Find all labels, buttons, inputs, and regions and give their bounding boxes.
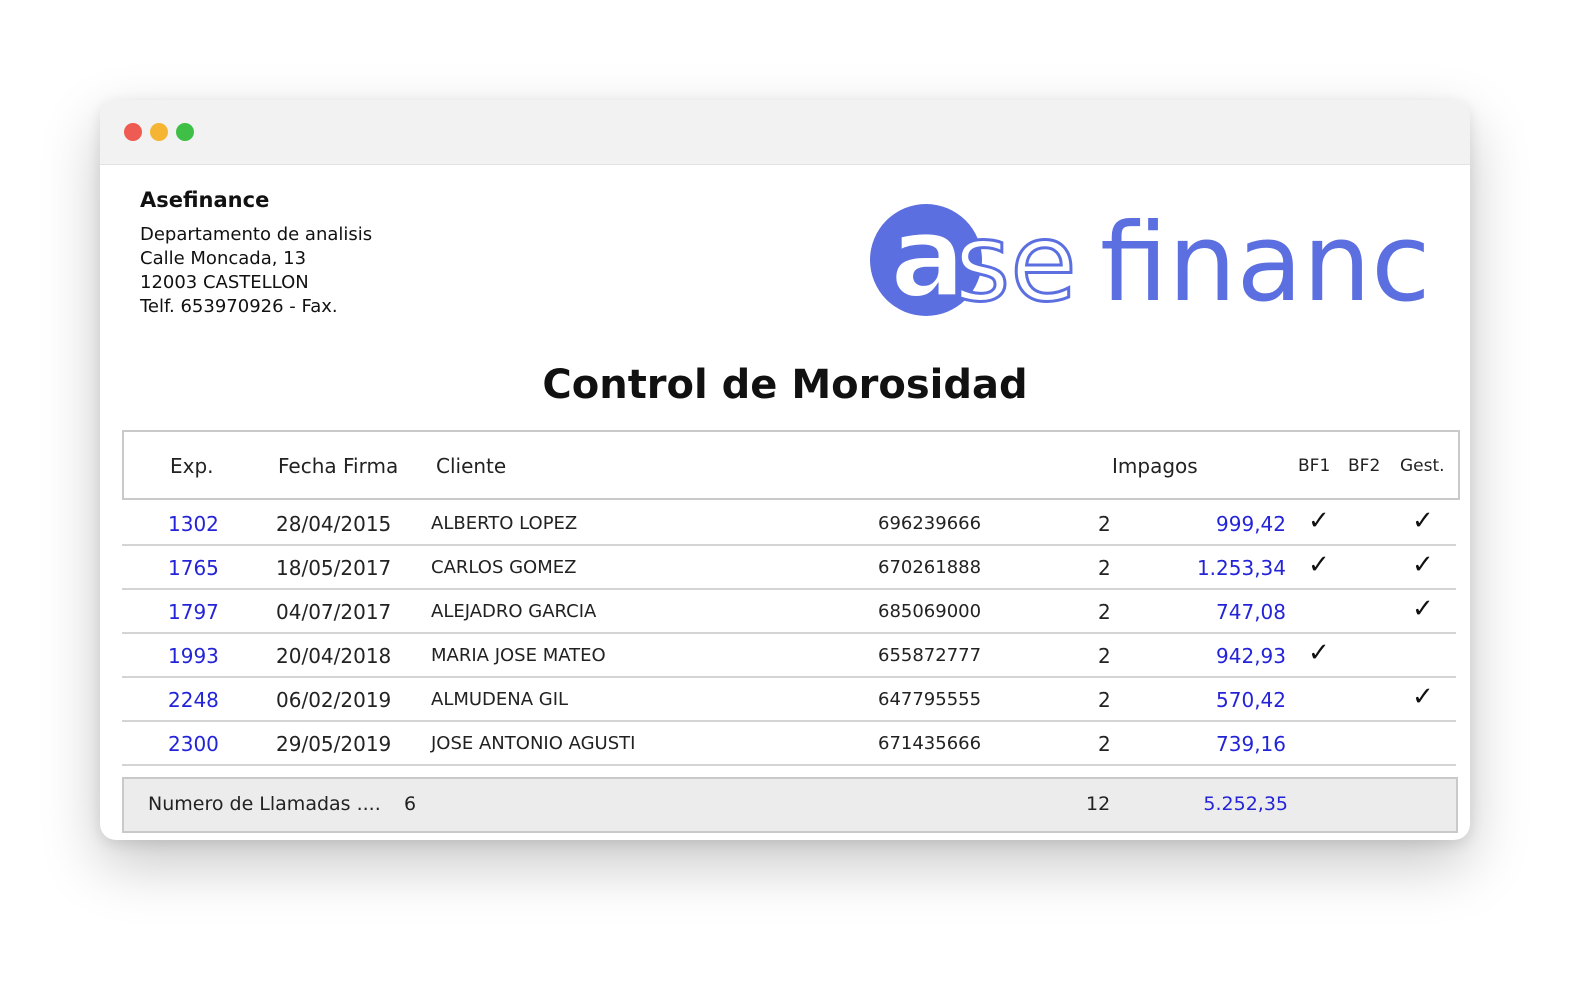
telefono-cell: 671435666 bbox=[878, 733, 982, 754]
table-header: Exp. Fecha Firma Cliente Impagos BF1 BF2… bbox=[122, 430, 1460, 500]
telefono-cell: 647795555 bbox=[878, 689, 982, 710]
impagos-cell: 2 bbox=[1098, 556, 1111, 580]
company-name: Asefinance bbox=[140, 188, 270, 212]
fecha-firma-cell: 06/02/2019 bbox=[276, 688, 392, 712]
report-title: Control de Morosidad bbox=[542, 362, 1028, 408]
column-header-impagos[interactable]: Impagos bbox=[1112, 454, 1198, 478]
logo-letters-finance: finance bbox=[1100, 201, 1428, 320]
asefinance-logo: a se finance bbox=[870, 200, 1428, 320]
expediente-link[interactable]: 1993 bbox=[168, 644, 219, 668]
fecha-firma-cell: 28/04/2015 bbox=[276, 512, 392, 536]
impagos-cell: 2 bbox=[1098, 512, 1111, 536]
fecha-firma-cell: 29/05/2019 bbox=[276, 732, 392, 756]
table-row[interactable]: 2248 06/02/2019 ALMUDENA GIL 647795555 2 570,… bbox=[122, 676, 1456, 722]
table-row[interactable]: 1765 18/05/2017 CARLOS GOMEZ 670261888 2 1.25… bbox=[122, 544, 1456, 590]
footer-total-importe: 5.252,35 bbox=[1203, 793, 1288, 815]
expediente-link[interactable]: 2300 bbox=[168, 732, 219, 756]
column-header-exp[interactable]: Exp. bbox=[170, 454, 214, 478]
importe-cell: 570,42 bbox=[1216, 688, 1286, 712]
logo-letters-se: se bbox=[954, 201, 1077, 320]
window-titlebar bbox=[100, 100, 1470, 165]
importe-cell: 739,16 bbox=[1216, 732, 1286, 756]
address-line: Calle Moncada, 13 bbox=[140, 248, 307, 269]
importe-cell: 942,93 bbox=[1216, 644, 1286, 668]
bf1-check-icon: ✓ bbox=[1308, 506, 1330, 536]
column-header-fecha-firma[interactable]: Fecha Firma bbox=[278, 454, 398, 478]
address-line: Departamento de analisis bbox=[140, 224, 373, 245]
column-header-cliente[interactable]: Cliente bbox=[436, 454, 506, 478]
gest-check-icon: ✓ bbox=[1412, 594, 1434, 624]
expediente-link[interactable]: 1797 bbox=[168, 600, 219, 624]
bf1-check-icon: ✓ bbox=[1308, 638, 1330, 668]
cliente-cell: ALMUDENA GIL bbox=[431, 689, 569, 710]
gest-check-icon: ✓ bbox=[1412, 682, 1434, 712]
column-header-bf1[interactable]: BF1 bbox=[1298, 456, 1330, 476]
gest-check-icon: ✓ bbox=[1412, 550, 1434, 580]
impagos-cell: 2 bbox=[1098, 688, 1111, 712]
telefono-cell: 696239666 bbox=[878, 513, 982, 534]
table-footer: Numero de Llamadas .... 6 12 5.252,35 bbox=[122, 777, 1458, 833]
table-row[interactable]: 2300 29/05/2019 JOSE ANTONIO AGUSTI 6714356… bbox=[122, 720, 1456, 766]
column-header-bf2[interactable]: BF2 bbox=[1348, 456, 1380, 476]
fecha-firma-cell: 18/05/2017 bbox=[276, 556, 392, 580]
bf1-check-icon: ✓ bbox=[1308, 550, 1330, 580]
column-header-gest[interactable]: Gest. bbox=[1400, 456, 1445, 476]
address-line: Telf. 653970926 - Fax. bbox=[140, 296, 338, 317]
footer-label: Numero de Llamadas .... bbox=[148, 793, 381, 815]
cliente-cell: CARLOS GOMEZ bbox=[431, 557, 577, 578]
importe-cell: 1.253,34 bbox=[1196, 556, 1286, 580]
expediente-link[interactable]: 1765 bbox=[168, 556, 219, 580]
table-row[interactable]: 1797 04/07/2017 ALEJADRO GARCIA 685069000 2 7… bbox=[122, 588, 1456, 634]
report-window: Asefinance Departamento de analisis Call… bbox=[100, 100, 1470, 840]
maximize-window-button[interactable] bbox=[176, 123, 194, 141]
telefono-cell: 685069000 bbox=[878, 601, 982, 622]
expediente-link[interactable]: 2248 bbox=[168, 688, 219, 712]
footer-call-count: 6 bbox=[404, 793, 417, 815]
telefono-cell: 655872777 bbox=[878, 645, 982, 666]
impagos-cell: 2 bbox=[1098, 644, 1111, 668]
footer-total-impagos: 12 bbox=[1086, 793, 1111, 815]
importe-cell: 999,42 bbox=[1216, 512, 1286, 536]
importe-cell: 747,08 bbox=[1216, 600, 1286, 624]
address-line: 12003 CASTELLON bbox=[140, 272, 309, 293]
table-row[interactable]: 1302 28/04/2015 ALBERTO LOPEZ 696239666 2 999… bbox=[122, 500, 1456, 546]
telefono-cell: 670261888 bbox=[878, 557, 982, 578]
gest-check-icon: ✓ bbox=[1412, 506, 1434, 536]
table-row[interactable]: 1993 20/04/2018 MARIA JOSE MATEO 655872777 2… bbox=[122, 632, 1456, 678]
fecha-firma-cell: 04/07/2017 bbox=[276, 600, 392, 624]
cliente-cell: ALBERTO LOPEZ bbox=[431, 513, 578, 534]
expediente-link[interactable]: 1302 bbox=[168, 512, 219, 536]
cliente-cell: MARIA JOSE MATEO bbox=[431, 645, 606, 666]
fecha-firma-cell: 20/04/2018 bbox=[276, 644, 392, 668]
impagos-cell: 2 bbox=[1098, 600, 1111, 624]
cliente-cell: JOSE ANTONIO AGUSTI bbox=[431, 733, 636, 754]
close-window-button[interactable] bbox=[124, 123, 142, 141]
minimize-window-button[interactable] bbox=[150, 123, 168, 141]
impagos-cell: 2 bbox=[1098, 732, 1111, 756]
cliente-cell: ALEJADRO GARCIA bbox=[431, 601, 597, 622]
